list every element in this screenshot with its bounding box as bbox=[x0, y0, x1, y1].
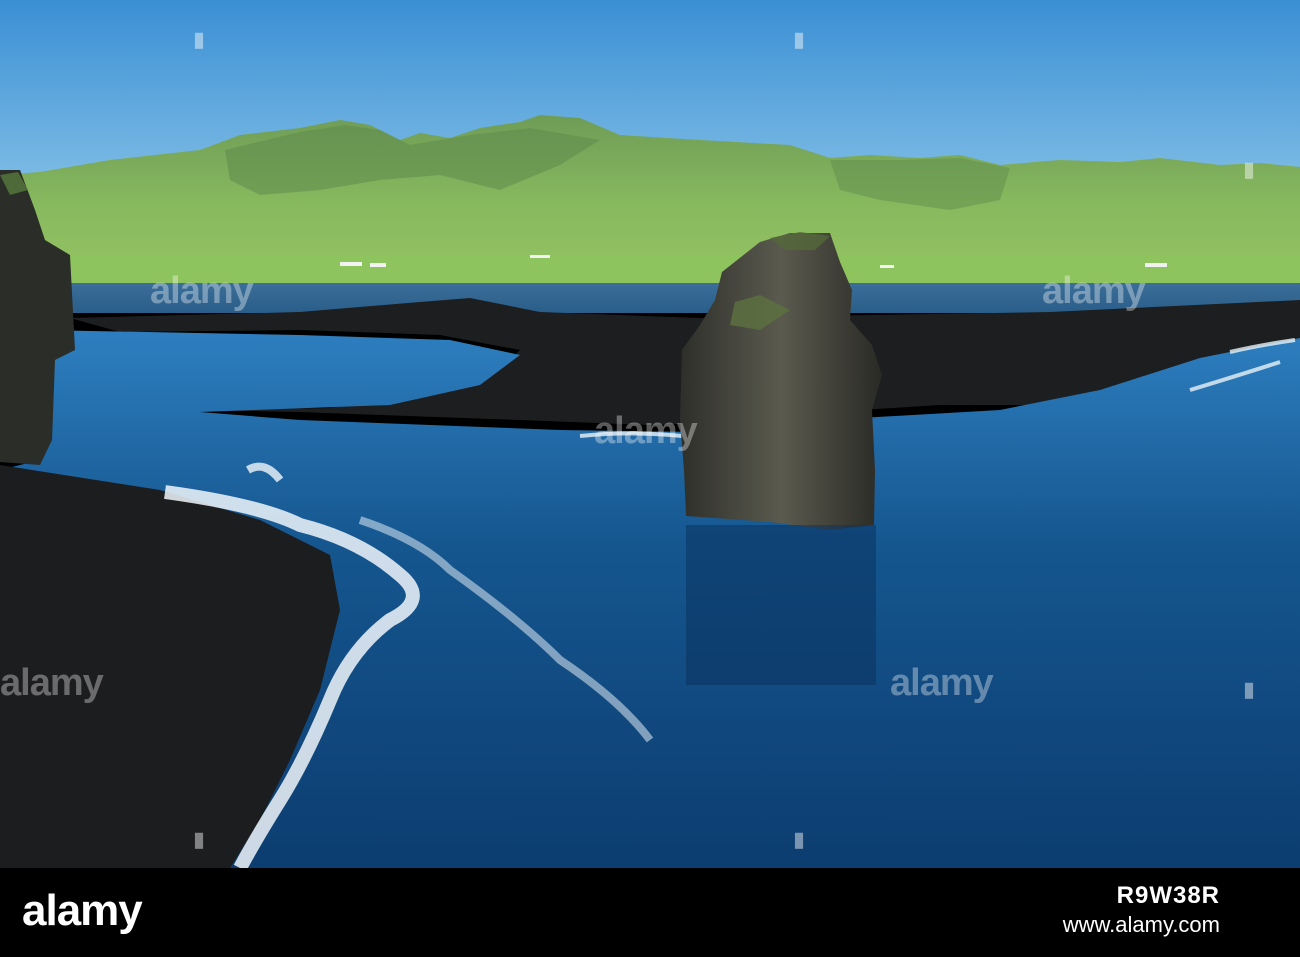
watermark-icon: ▮ bbox=[1243, 159, 1255, 181]
watermark-icon: ▮ bbox=[793, 829, 805, 851]
watermark-icon: ▮ bbox=[1243, 679, 1255, 701]
brand-logo: alamy bbox=[22, 886, 143, 935]
watermark-text: alamy bbox=[150, 270, 254, 312]
watermark-text: alamy bbox=[890, 662, 994, 704]
watermark-icon: ▮ bbox=[193, 29, 205, 51]
watermark-text: alamy bbox=[594, 410, 698, 452]
image-id: R9W38R bbox=[1116, 882, 1220, 909]
footer-url: www.alamy.com bbox=[1062, 912, 1220, 937]
watermark-icon: ▮ bbox=[193, 829, 205, 851]
watermark-text: alamy bbox=[0, 662, 104, 704]
photo-scene: ▮ ▮ ▮ ▮ ▮ ▮ alamy alamy alamy alamy alam… bbox=[0, 0, 1300, 957]
watermark-text: alamy bbox=[1042, 270, 1146, 312]
watermark-icon: ▮ bbox=[793, 29, 805, 51]
